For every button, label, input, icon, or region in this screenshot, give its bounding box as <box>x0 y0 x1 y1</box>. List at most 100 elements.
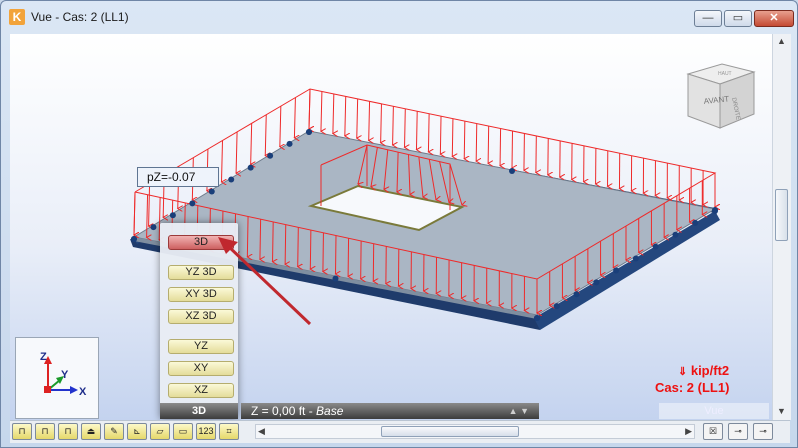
level-prefix: Z = 0,00 ft - <box>251 404 317 418</box>
axes-indicator: Z Y X <box>15 337 99 419</box>
menu-item-yz[interactable]: YZ <box>168 339 234 354</box>
3d-viewport[interactable]: AVANT DROITE HAUT pZ=-0.07 Z Y X 3D YZ 3… <box>10 34 772 420</box>
load-arrow <box>369 101 370 140</box>
load-arrow <box>294 97 295 138</box>
load-arrow <box>512 130 513 168</box>
level-name: Base <box>316 404 344 418</box>
load-arrow <box>265 114 266 156</box>
toolbar-button-6[interactable]: ⊾ <box>127 423 147 440</box>
scroll-up-icon[interactable]: ▲ <box>777 36 786 46</box>
support-node <box>267 152 274 159</box>
support-node <box>509 168 515 174</box>
load-arrow <box>476 123 477 162</box>
load-arrow <box>251 123 252 164</box>
load-arrow <box>428 113 429 152</box>
load-case-label: Cas: 2 (LL1) <box>655 380 730 395</box>
toolbar-button-8[interactable]: ▭ <box>173 423 193 440</box>
load-arrow <box>149 183 150 226</box>
load-arrow <box>260 219 261 259</box>
view-mode-button[interactable]: 3D <box>160 403 238 419</box>
load-arrow <box>298 227 299 266</box>
load-arrow <box>222 140 223 183</box>
support-node <box>286 140 293 147</box>
load-arrow <box>488 126 489 163</box>
support-node <box>189 200 196 207</box>
menu-item-xz[interactable]: XZ <box>168 383 234 398</box>
load-arrow <box>357 98 358 138</box>
navcube-top-label[interactable]: HAUT <box>718 71 732 77</box>
support-node <box>652 243 659 250</box>
toolbar-button-3[interactable]: ⊓ <box>58 423 78 440</box>
load-arrow <box>416 111 417 149</box>
menu-item-xz-3d[interactable]: XZ 3D <box>168 309 234 324</box>
vue-button[interactable]: Vue <box>659 403 769 419</box>
load-arrow <box>393 106 394 145</box>
toolbar-button-1[interactable]: ⊓ <box>12 423 32 440</box>
toolbar-button-7[interactable]: ▱ <box>150 423 170 440</box>
support-node <box>169 212 176 219</box>
load-arrow <box>405 108 406 148</box>
support-node <box>672 231 679 238</box>
window-title: Vue - Cas: 2 (LL1) <box>31 10 129 24</box>
menu-item-yz-3d[interactable]: YZ 3D <box>168 265 234 280</box>
load-arrow <box>336 235 337 275</box>
support-node <box>593 279 600 286</box>
axis-y-label: Y <box>61 369 69 381</box>
scroll-left-icon[interactable]: ◀ <box>258 425 265 438</box>
load-arrow <box>309 88 310 129</box>
title-bar[interactable]: K Vue - Cas: 2 (LL1) — ▭ ✕ <box>1 1 797 35</box>
model-scene <box>130 88 720 330</box>
load-arrow <box>500 128 501 166</box>
horizontal-scrollbar[interactable]: ◀ ▶ <box>255 424 695 439</box>
support-node <box>228 176 235 183</box>
level-up-down-icon[interactable]: ▲ ▼ <box>509 403 529 419</box>
toolbar-button-5[interactable]: ✎ <box>104 423 124 440</box>
support-node <box>332 275 339 282</box>
axis-x-label: X <box>79 386 87 398</box>
minimize-icon: — <box>702 12 714 24</box>
menu-item-3d[interactable]: 3D <box>168 235 234 250</box>
support-node <box>553 303 560 310</box>
vertical-scroll-thumb[interactable] <box>775 189 788 241</box>
scroll-right-icon[interactable]: ▶ <box>685 425 692 438</box>
toolbar-button-10[interactable]: ⌗ <box>219 423 239 440</box>
toolbar-button-4[interactable]: ⏏ <box>81 423 101 440</box>
app-logo-icon: K <box>9 9 25 25</box>
close-icon: ✕ <box>769 12 779 24</box>
close-button[interactable]: ✕ <box>754 10 794 27</box>
menu-item-xy-3d[interactable]: XY 3D <box>168 287 234 302</box>
view-type-menu: 3D YZ 3D XY 3D XZ 3D YZ XY XZ 3D <box>160 223 238 419</box>
load-arrow <box>452 118 453 157</box>
minimize-button[interactable]: — <box>694 10 722 27</box>
load-arrow <box>323 232 324 272</box>
support-node <box>247 164 254 171</box>
support-node <box>573 291 580 298</box>
toolbar-button-2[interactable]: ⊓ <box>35 423 55 440</box>
load-arrow <box>273 221 274 262</box>
load-icon: ⇓ <box>678 366 688 378</box>
horizontal-scroll-thumb[interactable] <box>381 426 519 437</box>
load-arrow <box>280 106 281 146</box>
display-toggle-icon[interactable]: ☒ <box>703 423 723 440</box>
link-icon[interactable]: ⊸ <box>728 423 748 440</box>
load-arrow <box>236 131 237 173</box>
axis-z-label: Z <box>40 351 47 363</box>
maximize-button[interactable]: ▭ <box>724 10 752 27</box>
level-bar[interactable]: Z = 0,00 ft - Base ▲ ▼ <box>241 403 539 419</box>
menu-item-xy[interactable]: XY <box>168 361 234 376</box>
support-node <box>632 255 639 262</box>
vertical-scrollbar[interactable]: ▲ ▼ <box>772 34 791 420</box>
support-node <box>534 315 540 321</box>
bottom-toolbar: ⊓ ⊓ ⊓ ⏏ ✎ ⊾ ▱ ▭ 123 ⌗ ◀ ▶ ☒ ⊸ ⊸ <box>10 420 790 443</box>
load-arrow <box>464 121 465 159</box>
load-value-label: pZ=-0.07 <box>137 167 219 187</box>
view-cube-icon: AVANT DROITE HAUT <box>686 63 756 129</box>
scroll-down-icon[interactable]: ▼ <box>777 406 786 416</box>
navigation-cube[interactable]: AVANT DROITE HAUT <box>680 54 760 141</box>
load-arrow <box>321 91 322 131</box>
load-arrow <box>381 103 382 143</box>
toolbar-button-9[interactable]: 123 <box>196 423 216 440</box>
view-options-icon[interactable]: ⊸ <box>753 423 773 440</box>
support-node <box>692 219 699 226</box>
support-node <box>150 224 157 231</box>
